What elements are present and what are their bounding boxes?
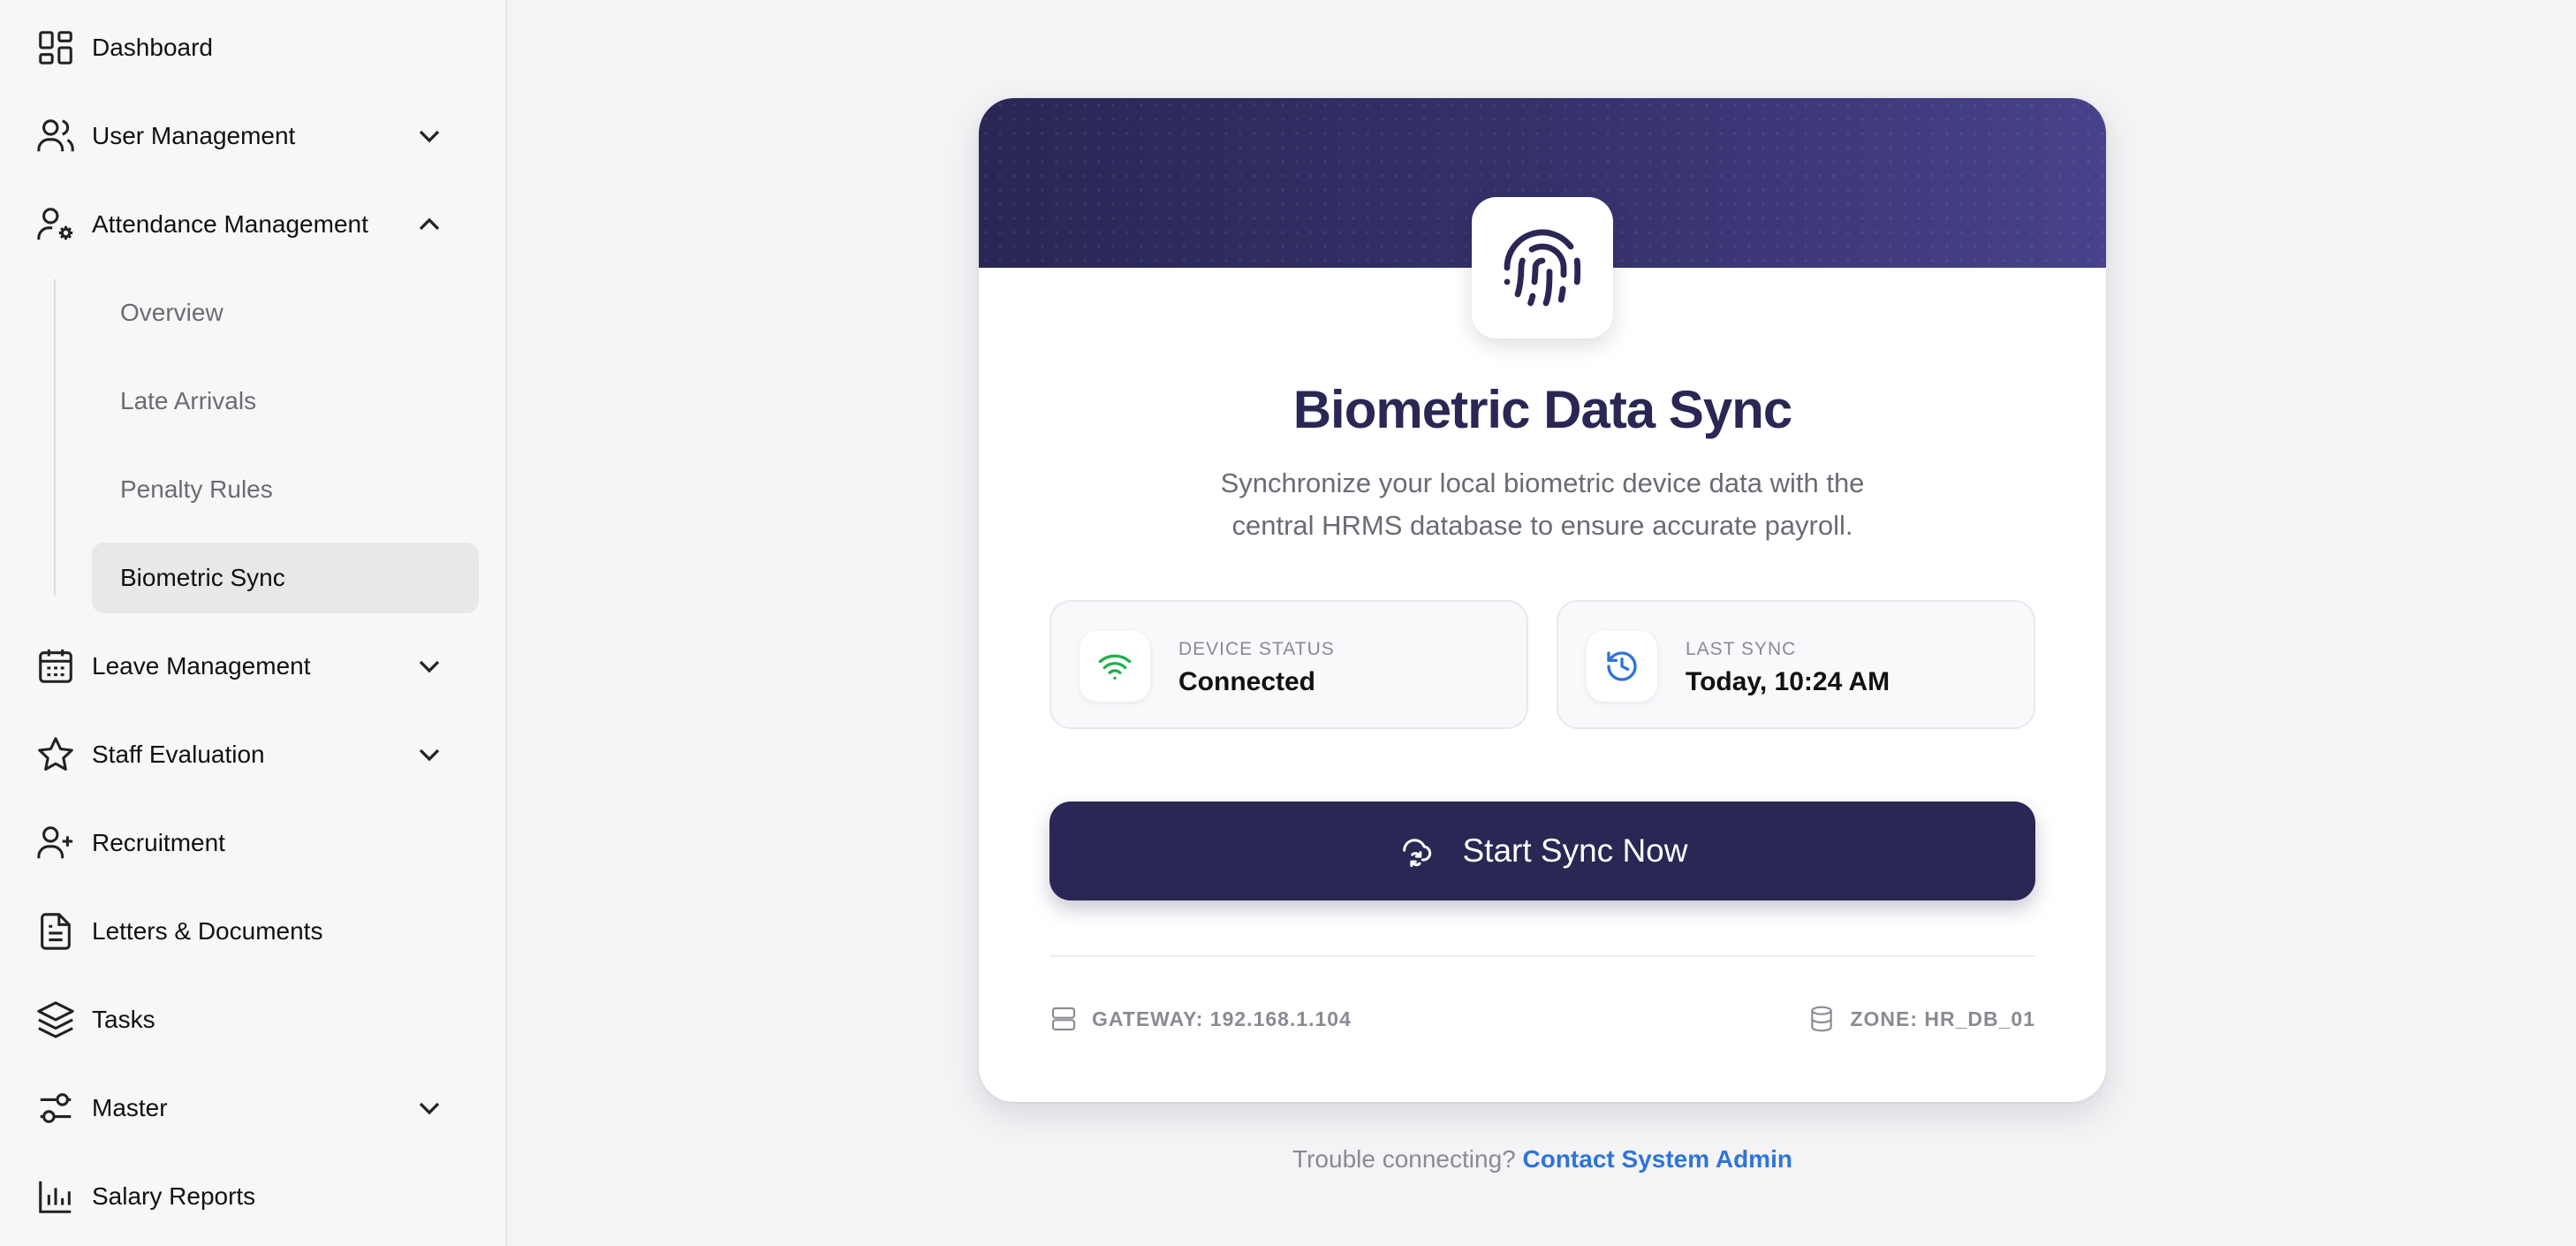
sidebar: Dashboard User Management Attendance Man…	[0, 0, 507, 1246]
chevron-down-icon[interactable]	[412, 737, 447, 772]
help-text: Trouble connecting? Contact System Admin	[979, 1145, 2106, 1174]
cloud-sync-icon	[1398, 833, 1433, 869]
subnav-penalty-rules[interactable]: Penalty Rules	[92, 454, 479, 525]
nav-staff-evaluation[interactable]: Staff Evaluation	[0, 710, 507, 799]
nav-label: User Management	[92, 122, 296, 149]
nav-master[interactable]: Master	[0, 1064, 507, 1152]
user-settings-icon	[35, 204, 76, 245]
wifi-icon	[1080, 631, 1150, 702]
nav-label: Dashboard	[92, 34, 213, 61]
nav-leave-management[interactable]: Leave Management	[0, 622, 507, 710]
nav-label: Recruitment	[92, 829, 225, 856]
nav-salary-reports[interactable]: Salary Reports	[0, 1152, 507, 1241]
nav-user-management[interactable]: User Management	[0, 92, 507, 180]
card-divider	[1049, 955, 2035, 957]
chevron-down-icon[interactable]	[412, 649, 447, 684]
last-sync-label: LAST SYNC	[1686, 639, 1797, 659]
subnav-biometric-sync[interactable]: Biometric Sync	[92, 543, 479, 613]
nav-attendance-management[interactable]: Attendance Management	[0, 180, 507, 269]
star-icon	[35, 734, 76, 775]
contact-admin-link[interactable]: Contact System Admin	[1523, 1145, 1792, 1173]
dashboard-icon	[35, 27, 76, 68]
gateway-info: GATEWAY: 192.168.1.104	[1049, 1001, 1352, 1037]
bar-chart-icon	[35, 1176, 76, 1217]
help-question: Trouble connecting?	[1292, 1145, 1516, 1173]
zone-text: ZONE: HR_DB_01	[1850, 1007, 2035, 1030]
fingerprint-badge	[1472, 197, 1613, 338]
gateway-text: GATEWAY: 192.168.1.104	[1092, 1007, 1352, 1030]
device-status-label: DEVICE STATUS	[1178, 639, 1335, 659]
subnav-late-arrivals[interactable]: Late Arrivals	[92, 366, 479, 437]
card-title: Biometric Data Sync	[1292, 380, 1793, 439]
nav-tasks[interactable]: Tasks	[0, 976, 507, 1064]
last-sync-card: LAST SYNC Today, 10:24 AM	[1557, 600, 2035, 729]
device-status-card: DEVICE STATUS Connected	[1049, 600, 1528, 729]
nav-label: Letters & Documents	[92, 917, 323, 945]
chevron-up-icon[interactable]	[412, 207, 447, 242]
fingerprint-icon	[1504, 229, 1581, 307]
user-plus-icon	[35, 823, 76, 863]
server-icon	[1051, 1007, 1076, 1031]
document-icon	[35, 911, 76, 952]
layers-icon	[35, 999, 76, 1040]
nav-label: Leave Management	[92, 652, 311, 680]
nav-label: Attendance Management	[92, 210, 368, 238]
device-status-value: Connected	[1178, 667, 1316, 696]
nav-letters-documents[interactable]: Letters & Documents	[0, 887, 507, 976]
sync-card: Biometric Data Sync Synchronize your loc…	[979, 98, 2106, 1102]
calendar-icon	[35, 646, 76, 687]
chevron-down-icon[interactable]	[412, 118, 447, 154]
start-sync-button[interactable]: Start Sync Now	[1049, 802, 2035, 900]
nav-recruitment[interactable]: Recruitment	[0, 799, 507, 887]
nav-label: Tasks	[92, 1006, 155, 1033]
nav-label: Staff Evaluation	[92, 741, 265, 768]
start-sync-label: Start Sync Now	[1462, 832, 1688, 869]
nav-label: Salary Reports	[92, 1182, 256, 1210]
subnav-overview[interactable]: Overview	[92, 277, 479, 348]
nav-label: Master	[92, 1094, 168, 1121]
history-icon	[1587, 631, 1657, 702]
last-sync-value: Today, 10:24 AM	[1686, 667, 1890, 696]
chevron-down-icon[interactable]	[412, 1090, 447, 1126]
zone-info: ZONE: HR_DB_01	[1807, 1001, 2035, 1037]
sliders-icon	[35, 1088, 76, 1128]
users-icon	[35, 116, 76, 156]
submenu-line	[54, 279, 56, 596]
nav-dashboard[interactable]: Dashboard	[0, 4, 507, 92]
card-description: Synchronize your local biometric device …	[1220, 467, 1865, 541]
database-icon	[1811, 1006, 1833, 1032]
